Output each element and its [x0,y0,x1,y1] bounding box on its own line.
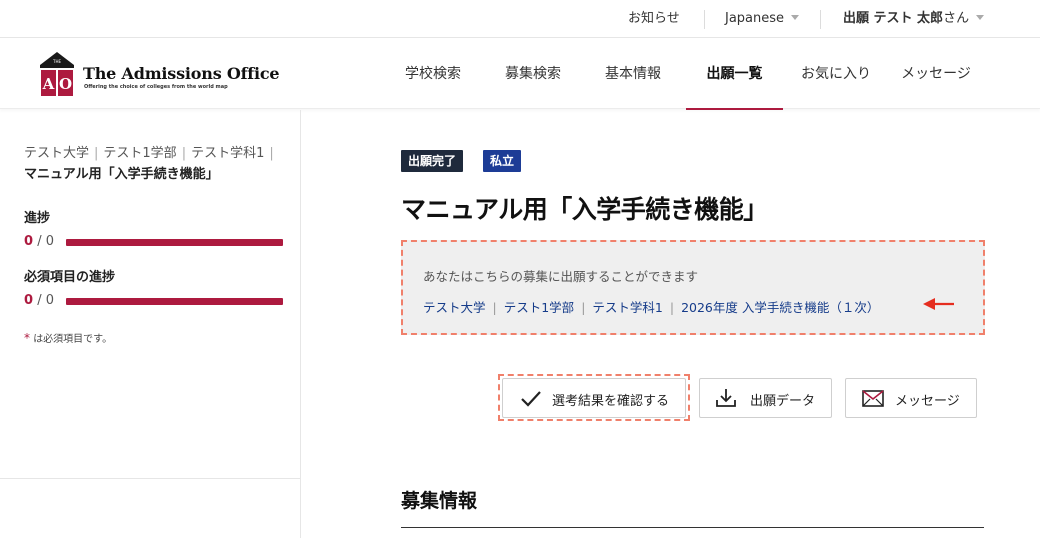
progress-bar [66,239,283,246]
application-data-label: 出願データ [750,394,816,409]
notifications-link[interactable]: お知らせ [628,0,680,38]
path-university[interactable]: テスト大学 [423,300,486,315]
nav-basic-info[interactable]: 基本情報 [604,38,662,109]
nav-messages[interactable]: メッセージ [900,38,972,109]
ao-logo-icon: A O THE [40,52,74,96]
progress-total: / 0 [37,234,54,249]
user-suffix: さん [943,11,970,26]
top-utility-bar: お知らせ Japanese 出願 テスト 太郎さん [0,0,1040,38]
type-badge: 私立 [483,150,522,172]
divider [820,10,821,29]
svg-text:THE: THE [52,59,61,64]
divider [704,10,705,29]
path-recruitment[interactable]: 2026年度 入学手続き機能（１次） [681,300,879,315]
user-menu[interactable]: 出願 テスト 太郎さん [843,0,985,38]
required-progress-bar [66,298,283,305]
arrow-left-icon [923,298,954,310]
chevron-down-icon [791,15,800,20]
breadcrumb: テスト大学 | テスト1学部 | テスト学科1 | マニュアル用「入学手続き機能」 [24,143,284,185]
notice-text: あなたはこちらの募集に出願することができます [423,269,699,284]
check-result-label: 選考結果を確認する [552,394,670,409]
envelope-icon [862,390,884,407]
check-result-button[interactable]: 選考結果を確認する [502,378,686,418]
breadcrumb-separator: | [94,146,99,161]
required-progress-count: 0 / 0 [24,293,54,308]
application-data-button[interactable]: 出願データ [699,378,832,418]
brand-tagline: Offering the choice of colleges from the… [84,84,228,90]
nav-school-search[interactable]: 学校検索 [404,38,462,109]
breadcrumb-current: マニュアル用「入学手続き機能」 [24,167,219,182]
required-note: * は必須項目です。 [24,330,112,345]
language-selector[interactable]: Japanese [725,0,800,38]
nav-recruitment-search[interactable]: 募集検索 [504,38,562,109]
sidebar: テスト大学 | テスト1学部 | テスト学科1 | マニュアル用「入学手続き機能」 進捗 0… [0,110,301,538]
breadcrumb-separator: | [269,146,274,161]
required-note-text: は必須項目です。 [33,334,113,345]
required-mark: * [24,331,30,345]
breadcrumb-department[interactable]: テスト学科1 [191,146,264,161]
required-progress-label: 必須項目の進捗 [24,270,116,285]
svg-text:A: A [42,75,55,93]
nav-favorites[interactable]: お気に入り [800,38,872,109]
section-divider [401,527,984,528]
page-title: マニュアル用「入学手続き機能」 [401,195,768,224]
recruitment-path: テスト大学 | テスト1学部 | テスト学科1 | 2026年度 入学手続き機能（１次） [423,297,879,316]
checkmark-icon [521,391,541,407]
required-progress-total: / 0 [37,293,54,308]
path-separator: | [492,300,497,315]
brand-title: The Admissions Office [83,64,280,83]
language-label: Japanese [725,11,785,26]
path-faculty[interactable]: テスト1学部 [504,300,574,315]
svg-text:O: O [59,75,72,93]
path-separator: | [581,300,586,315]
divider [0,478,301,479]
section-title: 募集情報 [401,490,478,512]
chevron-down-icon [976,15,985,20]
progress-label: 進捗 [24,211,51,226]
nav-application-list[interactable]: 出願一覧 [686,38,783,110]
path-separator: | [669,300,675,315]
message-button[interactable]: メッセージ [845,378,977,418]
progress-count: 0 / 0 [24,234,54,249]
eligibility-notice: あなたはこちらの募集に出願することができます テスト大学 | テスト1学部 | テスト学… [401,240,985,335]
breadcrumb-university[interactable]: テスト大学 [24,146,89,161]
path-department[interactable]: テスト学科1 [592,300,662,315]
download-icon [716,389,736,407]
user-name: 出願 テスト 太郎 [843,11,944,26]
breadcrumb-separator: | [181,146,187,161]
progress-done: 0 [24,234,34,249]
required-progress-done: 0 [24,293,34,308]
site-logo[interactable]: A O THE The Admissions Office Offering t… [40,52,280,96]
status-badge: 出願完了 [401,150,464,172]
main-header: A O THE The Admissions Office Offering t… [0,38,1040,110]
message-label: メッセージ [895,394,960,409]
breadcrumb-faculty[interactable]: テスト1学部 [103,146,176,161]
